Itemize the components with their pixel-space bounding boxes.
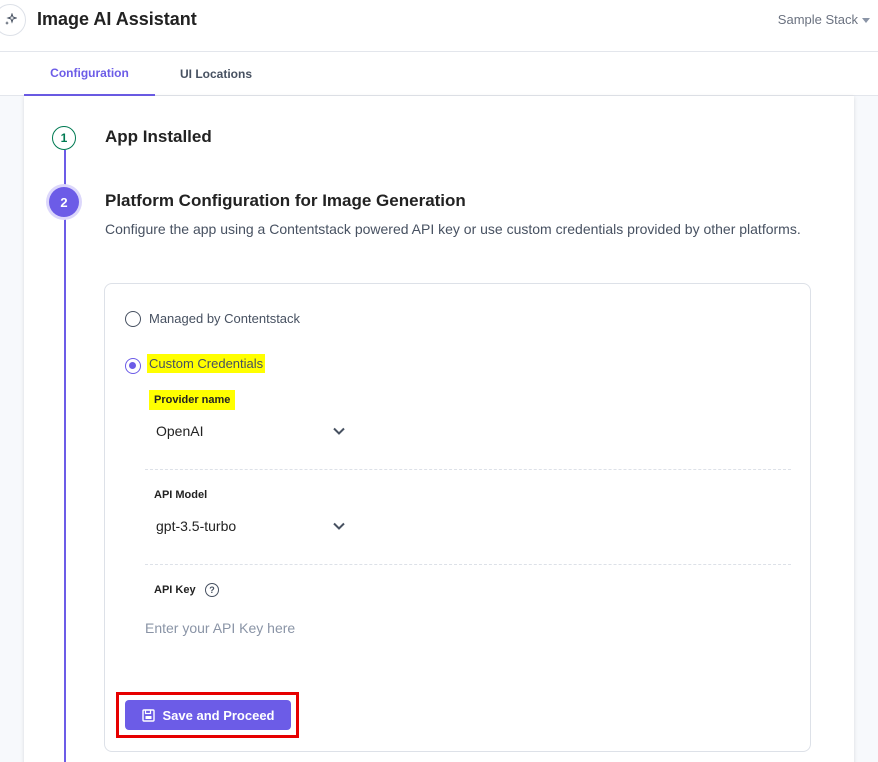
provider-select[interactable]: OpenAI — [156, 417, 346, 445]
field-divider — [145, 469, 791, 470]
step-2-badge: 2 — [49, 187, 79, 217]
credentials-panel: Managed by Contentstack Custom Credentia… — [104, 283, 811, 752]
chevron-down-icon — [333, 427, 345, 435]
api-model-label: API Model — [154, 489, 208, 501]
step-1-badge: 1 — [52, 126, 76, 150]
field-divider — [145, 564, 791, 565]
step-1-title: App Installed — [105, 127, 212, 146]
save-and-proceed-label: Save and Proceed — [162, 707, 275, 723]
tab-configuration[interactable]: Configuration — [24, 52, 155, 96]
sparkle-icon — [0, 4, 26, 36]
save-and-proceed-button[interactable]: Save and Proceed — [125, 700, 291, 730]
custom-credentials-label[interactable]: Custom Credentials — [147, 354, 266, 373]
provider-name-label: Provider name — [149, 390, 236, 410]
top-bar: Image AI Assistant Sample Stack — [0, 0, 878, 52]
caret-down-icon — [862, 18, 870, 23]
app-title: Image AI Assistant — [37, 9, 197, 29]
api-model-select[interactable]: gpt-3.5-turbo — [156, 512, 346, 540]
configuration-card: 1 App Installed 2 Platform Configuration… — [24, 96, 854, 762]
provider-select-value: OpenAI — [156, 423, 204, 439]
step-2-title: Platform Configuration for Image Generat… — [105, 191, 466, 210]
tab-ui-locations[interactable]: UI Locations — [160, 52, 272, 96]
step-connector-line — [64, 150, 66, 762]
api-model-select-value: gpt-3.5-turbo — [156, 518, 237, 534]
api-key-label: API Key — [154, 584, 196, 596]
stack-selector[interactable]: Sample Stack — [778, 12, 870, 27]
stack-selector-label: Sample Stack — [777, 12, 858, 27]
api-key-input[interactable] — [145, 614, 445, 642]
radio-custom-credentials[interactable] — [125, 358, 141, 374]
save-icon — [141, 708, 155, 722]
help-icon[interactable]: ? — [205, 583, 219, 597]
tab-bar: Configuration UI Locations — [0, 52, 878, 96]
step-2-description: Configure the app using a Contentstack p… — [105, 221, 801, 237]
chevron-down-icon — [333, 522, 345, 530]
radio-managed-by-contentstack[interactable] — [125, 311, 141, 327]
managed-by-contentstack-label[interactable]: Managed by Contentstack — [149, 311, 300, 326]
